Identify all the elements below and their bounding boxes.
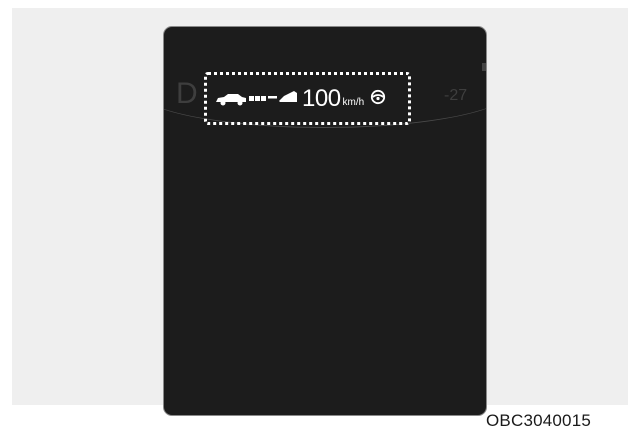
own-car-icon — [278, 89, 298, 110]
figure-code: OBC3040015 — [486, 411, 592, 430]
scc-status-row: 100 km/h — [214, 85, 386, 112]
indicator-mark — [482, 63, 486, 71]
speed-unit: km/h — [342, 96, 365, 108]
distance-bars-icon — [248, 90, 278, 108]
steering-wheel-icon — [370, 89, 386, 110]
cluster-display: D -27 100 km/h — [163, 26, 487, 416]
outside-temperature: -27 — [444, 87, 468, 104]
gear-indicator: D — [176, 77, 198, 110]
set-speed-value: 100 — [302, 85, 341, 112]
vehicle-ahead-icon — [214, 92, 248, 106]
